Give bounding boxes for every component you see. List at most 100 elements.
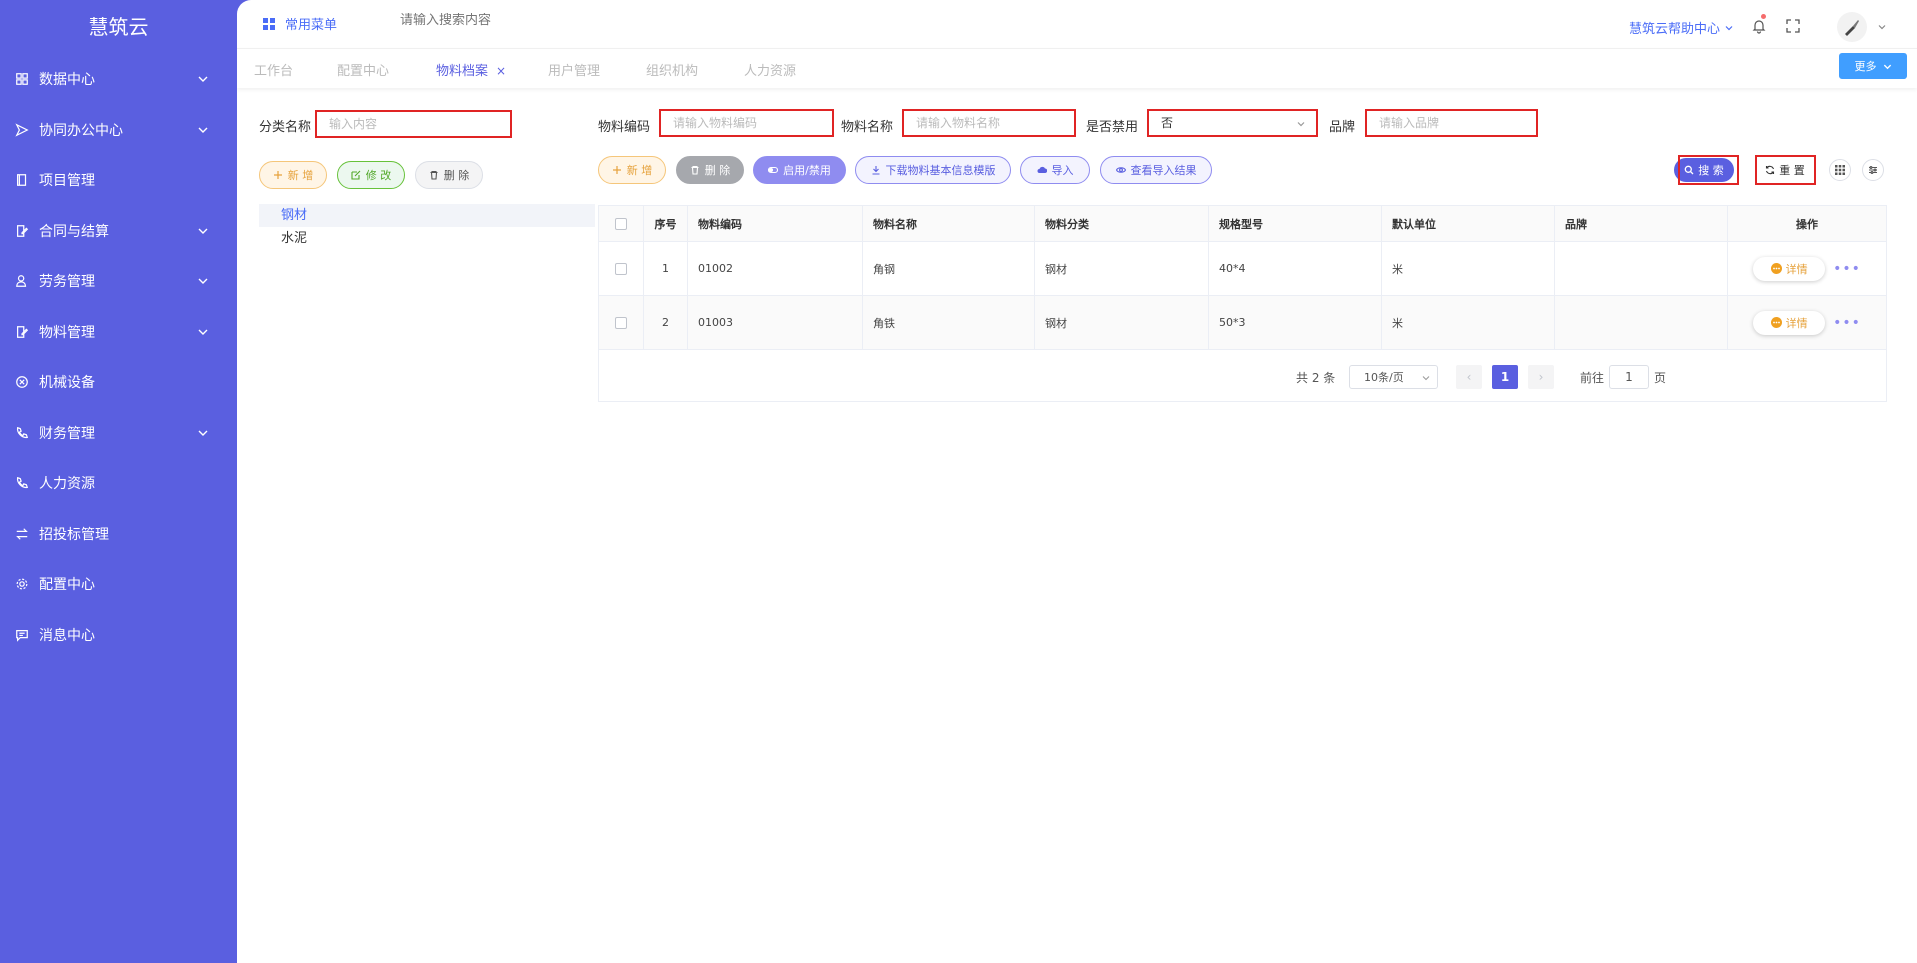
sidebar-item-project-management[interactable]: 项目管理 bbox=[0, 155, 237, 206]
delete-material-button[interactable]: 删 除 bbox=[676, 156, 744, 184]
import-button[interactable]: 导入 bbox=[1020, 156, 1090, 184]
header-cell: 规格型号 bbox=[1209, 206, 1382, 241]
table-cell: 米 bbox=[1382, 296, 1555, 349]
tree-item-steel[interactable]: 钢材 bbox=[259, 204, 595, 227]
top-search-input[interactable] bbox=[400, 13, 600, 28]
select-all-cell bbox=[599, 206, 644, 241]
material-name-input[interactable]: 请输入物料名称 bbox=[902, 109, 1076, 137]
add-material-button[interactable]: 新 增 bbox=[598, 156, 666, 184]
goto-page-input[interactable]: 1 bbox=[1609, 365, 1649, 389]
toggle-icon bbox=[768, 166, 779, 174]
plus-icon bbox=[273, 171, 282, 179]
column-settings-button[interactable] bbox=[1829, 159, 1851, 181]
category-edit-button[interactable]: 修 改 bbox=[337, 161, 405, 189]
detail-button[interactable]: 详情 bbox=[1753, 310, 1826, 335]
next-page-button[interactable]: › bbox=[1528, 365, 1554, 389]
more-actions-icon[interactable]: ••• bbox=[1833, 315, 1861, 331]
row-select-cell bbox=[599, 242, 644, 295]
sidebar-item-config-center[interactable]: 配置中心 bbox=[0, 559, 237, 610]
trash-icon bbox=[691, 165, 699, 175]
sidebar-item-finance[interactable]: 财务管理 bbox=[0, 408, 237, 459]
common-menu-button[interactable]: 常用菜单 bbox=[263, 14, 337, 33]
is-disabled-select[interactable]: 否 bbox=[1147, 109, 1318, 137]
tab-organization[interactable]: 组织机构 bbox=[646, 60, 698, 79]
header-cell: 物料编码 bbox=[688, 206, 863, 241]
tab-workbench[interactable]: 工作台 bbox=[254, 60, 293, 79]
sidebar-item-label: 合同与结算 bbox=[39, 223, 109, 240]
header-cell: 序号 bbox=[644, 206, 688, 241]
more-actions-icon[interactable]: ••• bbox=[1833, 261, 1861, 277]
category-name-input[interactable]: 输入内容 bbox=[315, 110, 512, 138]
sidebar-item-labor-management[interactable]: 劳务管理 bbox=[0, 256, 237, 307]
tab-user-management[interactable]: 用户管理 bbox=[548, 60, 600, 79]
chevron-down-icon[interactable] bbox=[1877, 22, 1887, 32]
sidebar-item-bidding[interactable]: 招投标管理 bbox=[0, 509, 237, 560]
highlight-frame bbox=[1678, 155, 1739, 185]
download-template-button[interactable]: 下载物料基本信息模版 bbox=[855, 156, 1011, 184]
sidebar-item-collab-office[interactable]: 协同办公中心 bbox=[0, 105, 237, 156]
more-tabs-button[interactable]: 更多 bbox=[1839, 53, 1907, 79]
brand-logo: 慧筑云 bbox=[88, 15, 149, 39]
avatar[interactable] bbox=[1837, 12, 1867, 42]
tree-item-cement[interactable]: 水泥 bbox=[259, 227, 595, 250]
material-code-input[interactable]: 请输入物料编码 bbox=[659, 109, 834, 137]
table-cell: 40*4 bbox=[1209, 242, 1382, 295]
page-size-select[interactable]: 10条/页 bbox=[1349, 365, 1438, 389]
sidebar-item-contract-settlement[interactable]: 合同与结算 bbox=[0, 206, 237, 257]
table-cell bbox=[1555, 242, 1728, 295]
enable-disable-button[interactable]: 启用/禁用 bbox=[753, 156, 846, 184]
table-row: 2 01003 角铁 钢材 50*3 米 详情 ••• bbox=[599, 296, 1886, 350]
brand-label: 品牌 bbox=[1329, 120, 1356, 135]
common-menu-label: 常用菜单 bbox=[285, 18, 338, 33]
edit-icon bbox=[351, 170, 361, 180]
tabs-bar: 工作台 配置中心 物料档案 × 用户管理 组织机构 人力资源 更多 bbox=[237, 48, 1917, 88]
tab-config-center[interactable]: 配置中心 bbox=[337, 60, 389, 79]
sidebar-item-data-center[interactable]: 数据中心 bbox=[0, 54, 237, 105]
row-checkbox[interactable] bbox=[615, 262, 627, 275]
help-center-link[interactable]: 慧筑云帮助中心 bbox=[1629, 18, 1734, 37]
filter-settings-button[interactable] bbox=[1862, 159, 1884, 181]
header-cell: 物料分类 bbox=[1035, 206, 1209, 241]
fullscreen-icon[interactable] bbox=[1785, 18, 1801, 34]
sidebar-item-machinery[interactable]: 机械设备 bbox=[0, 357, 237, 408]
exchange-icon bbox=[14, 526, 30, 542]
pagination: 共 2 条 10条/页 ‹ 1 › 前往 1 页 bbox=[599, 365, 1886, 389]
circle-x-icon bbox=[14, 374, 30, 390]
sidebar: 慧筑云 数据中心 协同办公中心 项目管理 合同与结算 劳务管理 物料管理 机械设… bbox=[0, 0, 237, 963]
detail-button[interactable]: 详情 bbox=[1753, 256, 1826, 281]
trash-icon bbox=[430, 170, 438, 180]
sidebar-item-hr[interactable]: 人力资源 bbox=[0, 458, 237, 509]
more-circle-icon bbox=[1770, 317, 1782, 328]
page-suffix: 页 bbox=[1654, 370, 1667, 385]
tab-hr[interactable]: 人力资源 bbox=[744, 60, 796, 79]
close-icon[interactable]: × bbox=[496, 64, 506, 78]
edit-document-icon bbox=[14, 223, 30, 239]
row-checkbox[interactable] bbox=[615, 316, 627, 329]
category-delete-button[interactable]: 删 除 bbox=[415, 161, 483, 189]
notification-dot bbox=[1761, 14, 1766, 19]
total-count: 共 2 条 bbox=[1296, 370, 1336, 385]
tab-material-archive[interactable]: 物料档案 × bbox=[436, 60, 506, 79]
table-cell: 2 bbox=[644, 296, 688, 349]
chevron-down-icon bbox=[198, 430, 208, 436]
table-cell: 01003 bbox=[688, 296, 863, 349]
view-import-result-button[interactable]: 查看导入结果 bbox=[1100, 156, 1212, 184]
chevron-down-icon bbox=[198, 127, 208, 133]
select-all-checkbox[interactable] bbox=[615, 217, 627, 230]
bell-icon[interactable] bbox=[1751, 18, 1767, 34]
actions-cell: 详情 ••• bbox=[1728, 296, 1886, 349]
category-add-button[interactable]: 新 增 bbox=[259, 161, 327, 189]
page-number-1[interactable]: 1 bbox=[1492, 365, 1518, 389]
sidebar-item-message-center[interactable]: 消息中心 bbox=[0, 610, 237, 661]
sidebar-item-label: 物料管理 bbox=[39, 324, 95, 341]
row-select-cell bbox=[599, 296, 644, 349]
table-header-row: 序号 物料编码 物料名称 物料分类 规格型号 默认单位 品牌 操作 bbox=[599, 206, 1886, 242]
materials-table: 序号 物料编码 物料名称 物料分类 规格型号 默认单位 品牌 操作 1 0100… bbox=[598, 205, 1887, 350]
highlight-frame bbox=[1755, 155, 1816, 185]
main-panel: 常用菜单 慧筑云帮助中心 工作台 配置中心 物料档案× 用户管理 组织机构 人力… bbox=[237, 0, 1917, 963]
brand-input[interactable]: 请输入品牌 bbox=[1365, 109, 1538, 137]
prev-page-button[interactable]: ‹ bbox=[1456, 365, 1482, 389]
message-icon bbox=[14, 627, 30, 643]
dashboard-icon bbox=[14, 71, 30, 87]
sidebar-item-material-management[interactable]: 物料管理 bbox=[0, 307, 237, 358]
